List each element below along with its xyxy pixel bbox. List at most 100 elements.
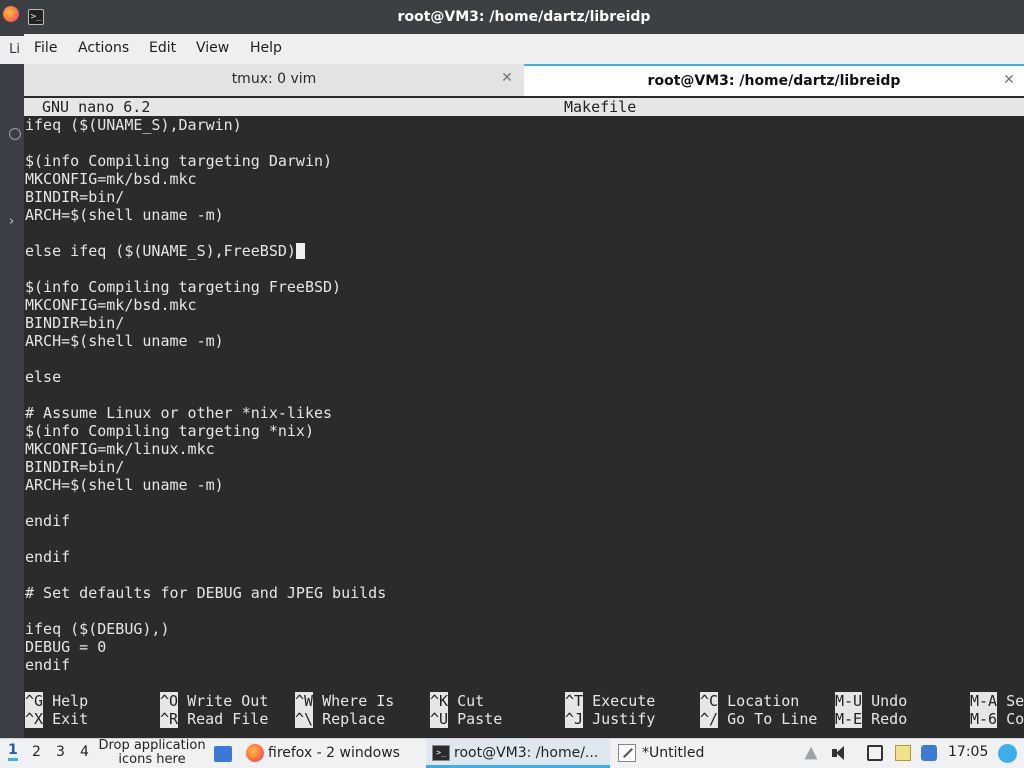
shortcut-label: Write Out <box>187 692 269 710</box>
window-title: root@VM3: /home/dartz/libreidp <box>397 9 651 25</box>
code-line[interactable]: ARCH=$(shell uname -m) <box>25 476 1015 494</box>
shortcut-item: M-A Se <box>970 692 1024 710</box>
task-untitled[interactable]: *Untitled <box>642 739 762 768</box>
shortcut-item: ^R Read File <box>160 710 268 728</box>
code-line[interactable] <box>25 494 1015 512</box>
shortcut-label: Replace <box>322 710 386 728</box>
menu-help[interactable]: Help <box>250 40 282 56</box>
code-line[interactable]: ARCH=$(shell uname -m) <box>25 206 1015 224</box>
menu-edit[interactable]: Edit <box>149 40 176 56</box>
title-bar[interactable]: >_ root@VM3: /home/dartz/libreidp <box>24 0 1024 34</box>
shortcut-label: Exit <box>52 710 89 728</box>
background-window-fragment: Li <box>0 36 24 64</box>
code-line[interactable] <box>25 386 1015 404</box>
task-label: firefox - 2 windows <box>268 745 400 761</box>
task-terminal[interactable]: root@VM3: /home/... <box>454 739 604 768</box>
shortcut-label: Location <box>727 692 800 710</box>
shortcut-key: ^R <box>160 710 179 728</box>
shortcut-item: ^X Exit <box>25 710 88 728</box>
close-icon[interactable]: ✕ <box>1002 72 1016 88</box>
code-line[interactable] <box>25 224 1015 242</box>
shortcut-label: Se <box>1006 692 1024 710</box>
shortcut-key: M-A <box>970 692 998 710</box>
code-line[interactable]: # Assume Linux or other *nix-likes <box>25 404 1015 422</box>
shortcut-item: ^T Execute <box>565 692 655 710</box>
shortcut-item: ^\ Replace <box>295 710 385 728</box>
code-line[interactable]: endif <box>25 512 1015 530</box>
code-line[interactable] <box>25 530 1015 548</box>
shortcut-key: M-E <box>835 710 863 728</box>
shortcut-key: ^/ <box>700 710 719 728</box>
code-line[interactable]: else ifeq ($(UNAME_S),FreeBSD) <box>25 242 1015 260</box>
workspace-3[interactable]: 3 <box>56 744 65 760</box>
tab-tmux[interactable]: tmux: 0 vim ✕ <box>24 64 524 96</box>
code-line[interactable]: MKCONFIG=mk/linux.mkc <box>25 440 1015 458</box>
network-icon[interactable] <box>867 745 883 761</box>
shortcut-key: ^O <box>160 692 179 710</box>
system-logo-icon[interactable] <box>998 744 1017 763</box>
code-line[interactable] <box>25 602 1015 620</box>
menu-file[interactable]: File <box>34 40 57 56</box>
shortcut-item: M-U Undo <box>835 692 907 710</box>
code-line[interactable]: ifeq ($(DEBUG),) <box>25 620 1015 638</box>
task-firefox[interactable]: firefox - 2 windows <box>268 739 418 768</box>
chevron-right-icon: › <box>9 214 15 229</box>
volume-icon[interactable] <box>831 745 847 761</box>
workspace-1[interactable]: 1 <box>8 742 18 761</box>
shortcut-key: ^W <box>295 692 314 710</box>
code-line[interactable] <box>25 566 1015 584</box>
code-line[interactable]: BINDIR=bin/ <box>25 314 1015 332</box>
code-line[interactable]: BINDIR=bin/ <box>25 188 1015 206</box>
shortcut-label: Read File <box>187 710 269 728</box>
code-line[interactable] <box>25 350 1015 368</box>
code-line[interactable]: $(info Compiling targeting FreeBSD) <box>25 278 1015 296</box>
shortcut-label: Justify <box>592 710 656 728</box>
firefox-icon[interactable] <box>246 744 264 762</box>
code-line[interactable]: $(info Compiling targeting Darwin) <box>25 152 1015 170</box>
code-line[interactable]: DEBUG = 0 <box>25 638 1015 656</box>
code-line[interactable] <box>25 260 1015 278</box>
text-editor-icon[interactable] <box>618 744 636 762</box>
tray-expand-icon[interactable] <box>804 746 818 760</box>
shortcut-key: M-6 <box>970 710 998 728</box>
menu-view[interactable]: View <box>196 40 229 56</box>
code-line[interactable]: MKCONFIG=mk/bsd.mkc <box>25 296 1015 314</box>
nano-editor[interactable]: GNU nano 6.2 Makefile ifeq ($(UNAME_S),D… <box>24 96 1024 738</box>
code-line[interactable]: endif <box>25 656 1015 674</box>
tab-root-shell[interactable]: root@VM3: /home/dartz/libreidp ✕ <box>524 64 1024 96</box>
tab-label: tmux: 0 vim <box>231 71 317 87</box>
terminal-window: >_ root@VM3: /home/dartz/libreidp File A… <box>24 0 1024 738</box>
file-name: Makefile <box>564 98 637 116</box>
close-icon[interactable]: ✕ <box>500 70 514 86</box>
code-line[interactable]: # Set defaults for DEBUG and JPEG builds <box>25 584 1015 602</box>
background-window-edge: Li › <box>0 0 24 738</box>
code-line[interactable]: else <box>25 368 1015 386</box>
code-line[interactable]: MKCONFIG=mk/bsd.mkc <box>25 170 1015 188</box>
shortcut-item: ^O Write Out <box>160 692 268 710</box>
menu-bar: File Actions Edit View Help <box>24 34 1024 65</box>
shortcut-label: Execute <box>592 692 656 710</box>
shortcut-key: M-U <box>835 692 863 710</box>
code-line[interactable] <box>25 134 1015 152</box>
shortcut-label: Go To Line <box>727 710 818 728</box>
shortcut-bar: ^G Help ^O Write Out ^W Where Is ^K Cut ^T E… <box>25 692 1024 728</box>
shortcut-key: ^G <box>25 692 44 710</box>
notification-icon[interactable] <box>921 745 937 761</box>
code-line[interactable]: endif <box>25 548 1015 566</box>
clipboard-icon[interactable] <box>895 745 911 761</box>
shortcut-item: ^G Help <box>25 692 88 710</box>
show-desktop-icon[interactable] <box>214 746 232 762</box>
workspace-4[interactable]: 4 <box>80 744 89 760</box>
code-line[interactable]: ifeq ($(UNAME_S),Darwin) <box>25 116 1015 134</box>
code-area[interactable]: ifeq ($(UNAME_S),Darwin) $(info Compiling… <box>25 116 1015 676</box>
menu-actions[interactable]: Actions <box>78 40 129 56</box>
workspace-2[interactable]: 2 <box>32 744 41 760</box>
tab-label: root@VM3: /home/dartz/libreidp <box>647 73 901 89</box>
clock[interactable]: 17:05 <box>948 744 988 760</box>
code-line[interactable]: ARCH=$(shell uname -m) <box>25 332 1015 350</box>
shortcut-item: ^J Justify <box>565 710 655 728</box>
shortcut-key: ^J <box>565 710 584 728</box>
code-line[interactable]: $(info Compiling targeting *nix) <box>25 422 1015 440</box>
code-line[interactable]: BINDIR=bin/ <box>25 458 1015 476</box>
firefox-icon <box>3 6 19 22</box>
